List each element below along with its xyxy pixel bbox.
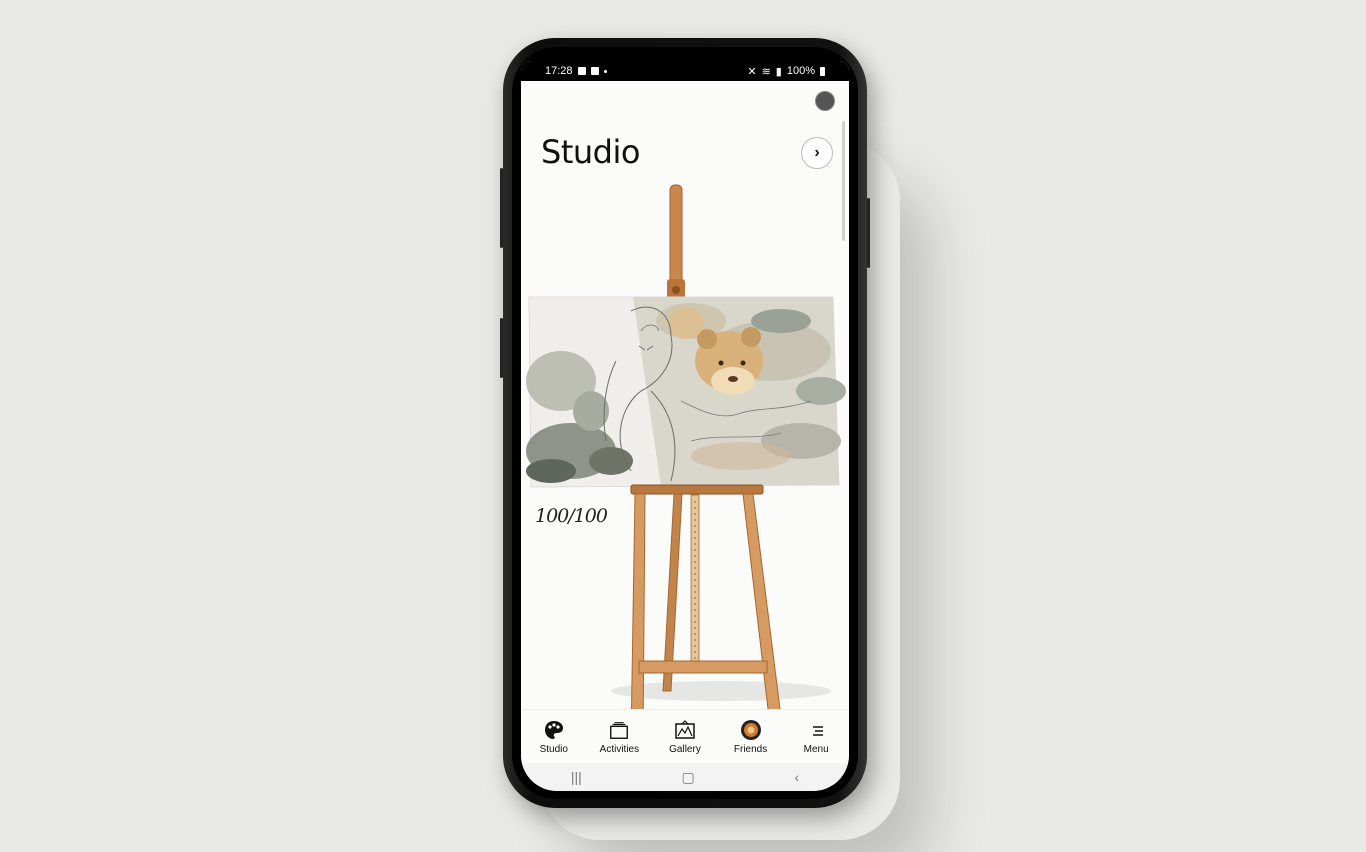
nav-menu[interactable]: Menu bbox=[785, 719, 847, 755]
volume-button bbox=[500, 168, 503, 248]
painting-progress: 100/100 bbox=[535, 505, 608, 527]
system-navigation-bar: ||| ▢ ‹ bbox=[521, 763, 849, 791]
easel-leg-left bbox=[631, 493, 646, 709]
nav-studio-label: Studio bbox=[539, 744, 568, 755]
phone-bezel: 17:28 ✕ ≋ ▮ 100% Studio › 100/100 Studio… bbox=[512, 47, 858, 799]
nav-friends-label: Friends bbox=[733, 744, 768, 755]
bottom-navigation: Studio Activities Gallery Friends Menu bbox=[521, 709, 849, 764]
friends-avatar-icon bbox=[740, 719, 762, 741]
palette-icon bbox=[543, 719, 565, 741]
recents-button[interactable]: ||| bbox=[571, 769, 582, 785]
easel-ledge bbox=[630, 484, 764, 495]
menu-icon bbox=[805, 719, 827, 741]
easel-shadow bbox=[611, 681, 831, 701]
easel-crossbar bbox=[638, 660, 768, 674]
nav-activities-label: Activities bbox=[599, 744, 640, 755]
nav-menu-label: Menu bbox=[803, 744, 829, 755]
bixby-button bbox=[500, 318, 503, 378]
nav-studio[interactable]: Studio bbox=[523, 719, 585, 755]
home-button[interactable]: ▢ bbox=[682, 769, 695, 786]
nav-gallery[interactable]: Gallery bbox=[654, 719, 716, 755]
easel-leg-right bbox=[742, 493, 781, 709]
easel-artwork[interactable] bbox=[521, 61, 849, 709]
folder-stack-icon bbox=[608, 719, 630, 741]
power-button bbox=[867, 198, 870, 268]
painting-canvas bbox=[526, 296, 846, 488]
app-screen: 17:28 ✕ ≋ ▮ 100% Studio › 100/100 Studio… bbox=[521, 61, 849, 791]
easel-knob bbox=[672, 286, 680, 294]
nav-activities[interactable]: Activities bbox=[588, 719, 650, 755]
nav-gallery-label: Gallery bbox=[669, 744, 701, 755]
phone-frame: 17:28 ✕ ≋ ▮ 100% Studio › 100/100 Studio… bbox=[500, 38, 870, 808]
nav-friends[interactable]: Friends bbox=[720, 719, 782, 755]
gallery-frame-icon bbox=[674, 719, 696, 741]
back-button[interactable]: ‹ bbox=[794, 769, 799, 785]
